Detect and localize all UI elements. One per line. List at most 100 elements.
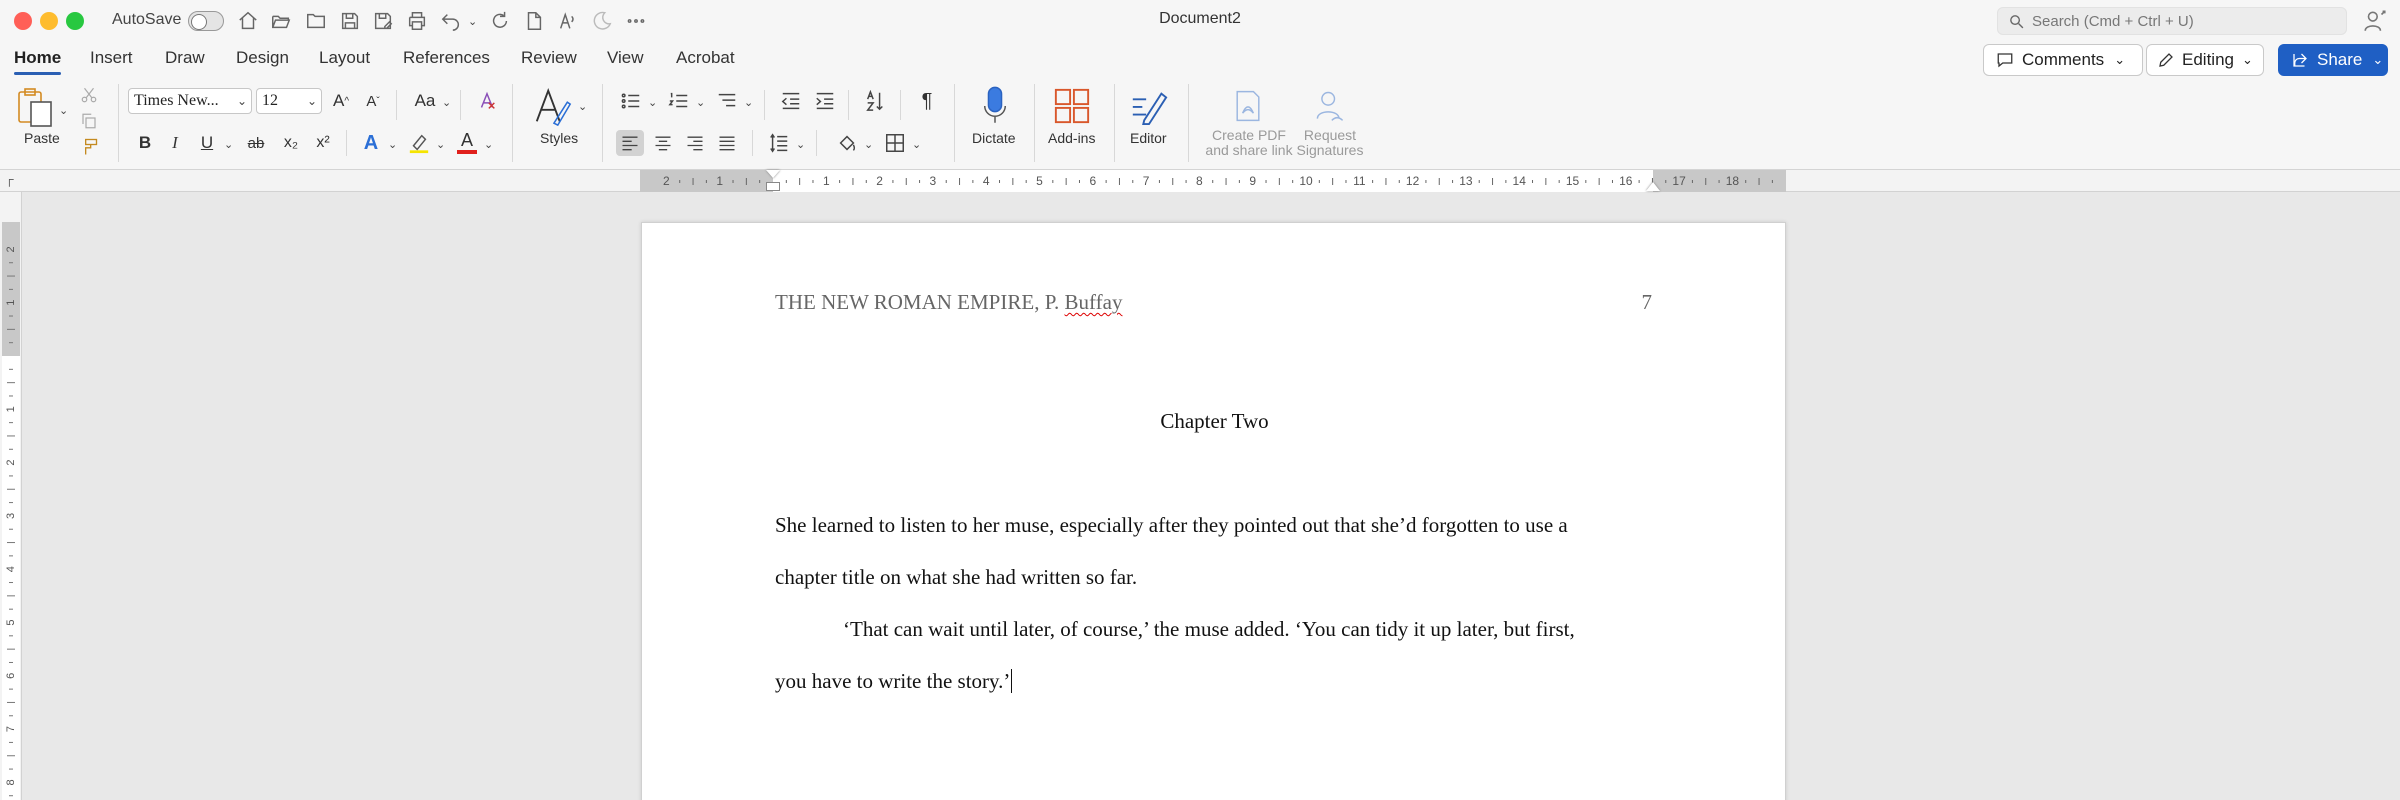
tab-stop-selector[interactable]: ┌ [5, 172, 14, 186]
increase-indent-icon[interactable] [812, 88, 838, 114]
tab-acrobat[interactable]: Acrobat [676, 48, 735, 68]
paste-icon[interactable] [14, 86, 56, 130]
styles-icon[interactable] [530, 84, 576, 128]
tab-draw[interactable]: Draw [165, 48, 205, 68]
justify-icon[interactable] [714, 130, 740, 156]
tab-layout[interactable]: Layout [319, 48, 370, 68]
clear-formatting-icon[interactable] [474, 88, 500, 114]
strikethrough-button[interactable]: ab [242, 130, 270, 156]
bold-button[interactable]: B [132, 130, 158, 156]
chapter-heading[interactable]: Chapter Two [775, 409, 1654, 434]
paste-dropdown-icon[interactable]: ⌄ [59, 104, 68, 117]
subscript-button[interactable]: x₂ [278, 130, 304, 156]
close-window-button[interactable] [14, 12, 32, 30]
ruler-label: 8 [1196, 174, 1203, 188]
ruler-label: 8 [5, 779, 17, 785]
line-spacing-icon[interactable] [766, 130, 792, 156]
print-icon[interactable] [404, 8, 430, 34]
decrease-indent-icon[interactable] [778, 88, 804, 114]
body-line[interactable]: chapter title on what she had written so… [775, 565, 1654, 590]
page-header[interactable]: THE NEW ROMAN EMPIRE, P. Buffay [775, 290, 1122, 315]
share-button[interactable]: Share ⌄ [2278, 44, 2388, 76]
account-icon[interactable] [2362, 8, 2388, 34]
italic-button[interactable]: I [162, 130, 188, 156]
body-line[interactable]: She learned to listen to her muse, espec… [775, 513, 1654, 538]
body-line-last[interactable]: you have to write the story.’ [775, 669, 1654, 694]
document-page[interactable]: THE NEW ROMAN EMPIRE, P. Buffay 7 Chapte… [641, 222, 1786, 800]
tab-insert[interactable]: Insert [90, 48, 133, 68]
undo-icon[interactable] [438, 8, 464, 34]
superscript-button[interactable]: x² [310, 130, 336, 156]
borders-icon[interactable] [882, 130, 908, 156]
font-color-dropdown-icon[interactable]: ⌄ [484, 138, 493, 151]
microphone-icon[interactable] [978, 84, 1012, 128]
bullets-icon[interactable] [618, 88, 644, 114]
cut-icon[interactable] [78, 84, 100, 106]
text-effects-dropdown-icon[interactable]: ⌄ [388, 138, 397, 151]
maximize-window-button[interactable] [66, 12, 84, 30]
show-formatting-marks-button[interactable]: ¶ [914, 88, 940, 114]
ruler-label: 13 [1459, 174, 1473, 188]
undo-dropdown-icon[interactable]: ⌄ [468, 15, 477, 28]
read-aloud-icon[interactable] [555, 8, 581, 34]
comment-icon [1997, 53, 2013, 68]
vertical-ruler[interactable]: 2 1 1 2 3 4 5 6 7 8 [2, 222, 20, 800]
align-right-icon[interactable] [682, 130, 708, 156]
left-indent-marker[interactable] [766, 182, 780, 191]
highlight-dropdown-icon[interactable]: ⌄ [436, 138, 445, 151]
tab-review[interactable]: Review [521, 48, 577, 68]
format-painter-icon[interactable] [78, 136, 100, 158]
multilevel-dropdown-icon[interactable]: ⌄ [744, 96, 753, 109]
align-center-icon[interactable] [650, 130, 676, 156]
body-line[interactable]: ‘That can wait until later, of course,’ … [775, 617, 1654, 642]
tab-references[interactable]: References [403, 48, 490, 68]
request-signatures-icon[interactable] [1310, 84, 1350, 128]
underline-button[interactable]: U [194, 130, 220, 156]
save-icon[interactable] [337, 8, 363, 34]
change-case-button[interactable]: Aa [408, 88, 442, 114]
dark-mode-icon[interactable] [589, 8, 615, 34]
editor-icon[interactable] [1128, 84, 1170, 128]
minimize-window-button[interactable] [40, 12, 58, 30]
copy-icon[interactable] [78, 110, 100, 132]
sort-icon[interactable] [862, 88, 888, 114]
text-effects-icon[interactable]: A [358, 130, 384, 156]
autosave-toggle[interactable] [188, 11, 224, 31]
new-document-icon[interactable] [521, 8, 547, 34]
first-line-indent-marker[interactable] [766, 170, 780, 178]
editing-button[interactable]: Editing ⌄ [2146, 44, 2264, 76]
font-color-button[interactable]: A [454, 128, 480, 156]
addins-icon[interactable] [1052, 84, 1092, 128]
grow-font-button[interactable]: A ^ [328, 88, 354, 114]
redo-icon[interactable] [487, 8, 513, 34]
tab-home[interactable]: Home [14, 48, 62, 75]
shrink-font-button[interactable]: Aˇ [360, 88, 386, 114]
underline-dropdown-icon[interactable]: ⌄ [224, 138, 233, 151]
home-icon[interactable] [235, 8, 261, 34]
comments-button[interactable]: Comments ⌄ [1983, 44, 2143, 76]
borders-dropdown-icon[interactable]: ⌄ [912, 138, 921, 151]
numbering-dropdown-icon[interactable]: ⌄ [696, 96, 705, 109]
tab-design[interactable]: Design [236, 48, 289, 68]
search-box[interactable]: Search (Cmd + Ctrl + U) [1997, 7, 2347, 35]
open-folder-icon[interactable] [268, 8, 294, 34]
create-pdf-icon[interactable] [1228, 84, 1268, 128]
more-icon[interactable] [623, 8, 649, 34]
change-case-dropdown-icon[interactable]: ⌄ [442, 96, 451, 109]
new-folder-icon[interactable] [303, 8, 329, 34]
shading-dropdown-icon[interactable]: ⌄ [864, 138, 873, 151]
shading-icon[interactable] [834, 130, 860, 156]
styles-dropdown-icon[interactable]: ⌄ [578, 100, 587, 113]
bullets-dropdown-icon[interactable]: ⌄ [648, 96, 657, 109]
align-left-icon[interactable] [616, 130, 644, 156]
font-name-select[interactable]: Times New... ⌄ [128, 88, 252, 114]
multilevel-list-icon[interactable] [714, 88, 740, 114]
horizontal-ruler[interactable]: 2 1 1 2 3 4 5 6 7 8 9 10 11 12 13 14 15 16 17 18 [640, 170, 1786, 192]
right-indent-marker[interactable] [1646, 182, 1660, 191]
numbering-icon[interactable] [666, 88, 692, 114]
font-size-select[interactable]: 12 ⌄ [256, 88, 322, 114]
highlight-icon[interactable] [406, 130, 432, 156]
line-spacing-dropdown-icon[interactable]: ⌄ [796, 138, 805, 151]
tab-view[interactable]: View [607, 48, 644, 68]
save-as-icon[interactable] [370, 8, 396, 34]
